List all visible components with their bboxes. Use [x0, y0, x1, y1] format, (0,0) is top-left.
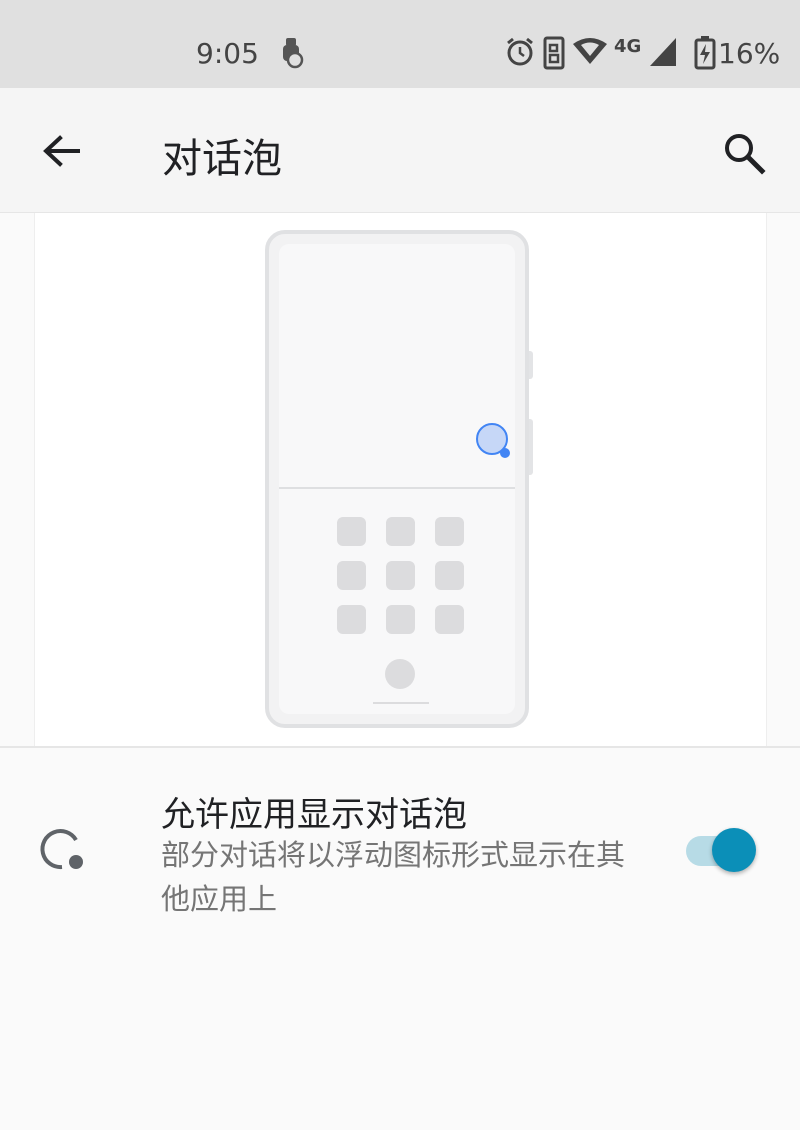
battery-charging-icon	[694, 36, 716, 70]
alarm-icon	[507, 37, 533, 66]
search-icon	[725, 134, 766, 175]
app-bar: 对话泡	[0, 88, 800, 213]
bubble-icon	[40, 829, 83, 870]
wifi-icon	[573, 38, 607, 64]
arrow-back-icon	[43, 135, 80, 167]
signal-icon	[650, 38, 676, 66]
setting-summary: 部分对话将以浮动图标形式显示在其他应用上	[161, 838, 626, 916]
search-button[interactable]	[718, 128, 772, 176]
status-time: 9:05	[196, 37, 259, 70]
hand-notification-icon	[283, 38, 304, 69]
data-saver-icon	[543, 36, 565, 70]
allow-bubbles-toggle[interactable]	[682, 826, 762, 876]
setting-title: 允许应用显示对话泡	[161, 795, 467, 835]
toggle-thumb	[712, 828, 756, 872]
status-bar: 9:05 4G 16%	[0, 0, 800, 88]
network-type-label: 4G	[614, 36, 642, 57]
bubbles-illustration	[34, 213, 767, 746]
back-button[interactable]	[36, 128, 88, 174]
phone-bubble-illustration	[265, 230, 533, 728]
page-title: 对话泡	[162, 136, 282, 182]
battery-percent: 16%	[718, 37, 781, 70]
